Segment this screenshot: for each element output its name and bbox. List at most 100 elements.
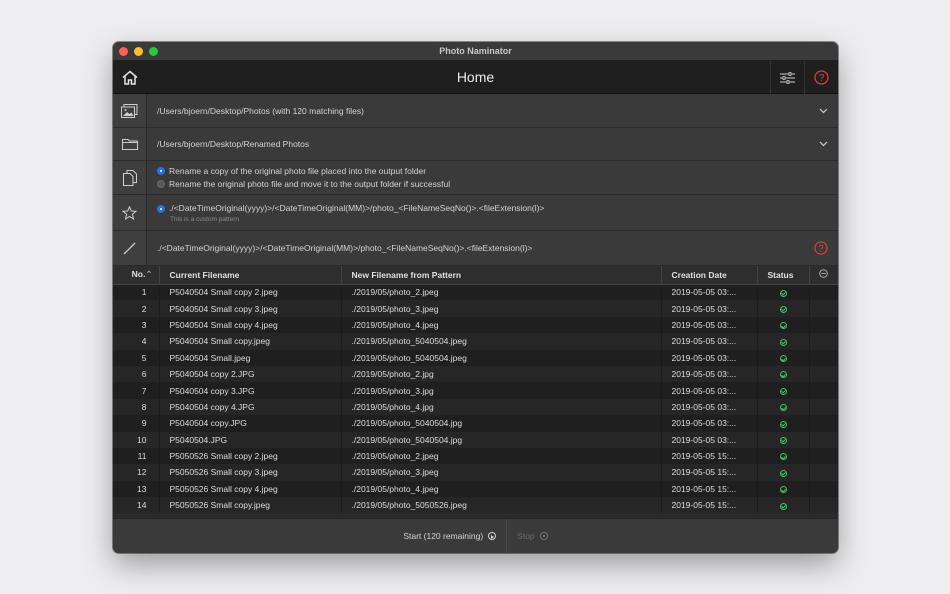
new-filename-cell: ./2019/05/photo_5040504.jpg bbox=[341, 431, 662, 448]
table-row[interactable]: 4 P5040504 Small copy.jpeg ./2019/05/photo… bbox=[113, 333, 838, 350]
col-new-filename[interactable]: New Filename from Pattern bbox=[341, 266, 662, 285]
table-row[interactable]: 8 P5040504 copy 4.JPG ./2019/05/photo_4.jp… bbox=[113, 398, 838, 416]
current-filename-cell: P5040504 Small copy 3.jpeg bbox=[159, 300, 342, 317]
status-cell bbox=[757, 284, 810, 301]
preset-radio[interactable]: ./<DateTimeOriginal(yyyy)>/<DateTimeOrig… bbox=[157, 202, 544, 215]
copy-mode-radio[interactable]: Rename a copy of the original photo file… bbox=[157, 165, 426, 178]
new-filename-cell: ./2019/05/photo_2.jpg bbox=[341, 365, 662, 383]
pattern-row: ./<DateTimeOriginal(yyyy)>/<DateTimeOrig… bbox=[113, 231, 838, 266]
check-circle-icon bbox=[779, 486, 787, 494]
table-row[interactable]: 6 P5040504 copy 2.JPG ./2019/05/photo_2.jp… bbox=[113, 365, 838, 383]
toolbar: Home ? bbox=[113, 61, 838, 94]
row-number: 9 bbox=[113, 415, 160, 432]
move-mode-radio[interactable]: Rename the original photo file and move … bbox=[157, 178, 450, 191]
check-circle-icon bbox=[779, 469, 787, 477]
empty-cell bbox=[809, 480, 838, 498]
table-row[interactable]: 9 P5040504 copy.JPG ./2019/05/photo_504050… bbox=[113, 415, 838, 432]
help-button[interactable]: ? bbox=[804, 61, 838, 94]
row-number: 1 bbox=[113, 284, 160, 301]
new-filename-cell: ./2019/05/photo_5040504.jpg bbox=[341, 415, 662, 432]
row-number: 2 bbox=[113, 300, 160, 317]
start-label: Start (120 remaining) bbox=[403, 531, 484, 541]
table-row[interactable]: 10 P5040504.JPG ./2019/05/photo_5040504.jp… bbox=[113, 431, 838, 448]
svg-text:?: ? bbox=[818, 243, 823, 253]
new-filename-cell: ./2019/05/photo_3.jpeg bbox=[341, 300, 662, 317]
creation-date-cell: 2019-05-05 03:... bbox=[661, 284, 758, 301]
table-row[interactable]: 11 P5050526 Small copy 2.jpeg ./2019/05/ph… bbox=[113, 447, 838, 465]
current-filename-cell: P5050526 Small copy.jpeg bbox=[159, 497, 342, 514]
col-status[interactable]: Status bbox=[757, 266, 810, 285]
help-icon: ? bbox=[814, 70, 829, 85]
settings-button[interactable] bbox=[770, 61, 804, 94]
table-row[interactable]: 2 P5040504 Small copy 3.jpeg ./2019/05/pho… bbox=[113, 300, 838, 317]
check-circle-icon bbox=[779, 453, 787, 461]
chevron-down-icon[interactable] bbox=[819, 108, 828, 114]
status-cell bbox=[757, 349, 810, 366]
copy-mode-label: Rename a copy of the original photo file… bbox=[169, 165, 427, 176]
copy-files-icon bbox=[122, 169, 137, 186]
new-filename-cell: ./2019/05/photo_4.jpeg bbox=[341, 480, 662, 498]
empty-cell bbox=[809, 447, 838, 465]
pattern-input[interactable]: ./<DateTimeOriginal(yyyy)>/<DateTimeOrig… bbox=[147, 231, 838, 265]
check-circle-icon bbox=[779, 305, 787, 313]
empty-cell bbox=[809, 415, 838, 432]
photos-icon bbox=[121, 103, 138, 118]
col-no[interactable]: No.⌃ bbox=[113, 266, 160, 285]
creation-date-cell: 2019-05-05 15:... bbox=[661, 447, 758, 465]
check-circle-icon bbox=[779, 420, 787, 428]
move-mode-label: Rename the original photo file and move … bbox=[169, 178, 451, 189]
title-bar: Photo Naminator bbox=[113, 42, 838, 61]
radio-selected[interactable] bbox=[157, 167, 165, 175]
empty-cell bbox=[809, 349, 838, 366]
table-row[interactable]: 13 P5050526 Small copy 4.jpeg ./2019/05/ph… bbox=[113, 480, 838, 498]
status-cell bbox=[757, 447, 810, 465]
help-icon[interactable]: ? bbox=[814, 241, 828, 255]
files-table: No.⌃ Current Filename New Filename from … bbox=[113, 266, 838, 514]
status-cell bbox=[757, 398, 810, 416]
radio-selected[interactable] bbox=[157, 204, 165, 213]
creation-date-cell: 2019-05-05 03:... bbox=[661, 316, 758, 334]
new-filename-cell: ./2019/05/photo_4.jpeg bbox=[341, 316, 662, 334]
stop-icon bbox=[539, 532, 548, 540]
row-number: 12 bbox=[113, 464, 160, 481]
stop-button[interactable]: Stop bbox=[507, 519, 558, 554]
new-filename-cell: ./2019/05/photo_5050526.jpeg bbox=[341, 497, 662, 514]
new-filename-cell: ./2019/05/photo_2.jpeg bbox=[341, 284, 662, 301]
col-creation-date[interactable]: Creation Date bbox=[661, 266, 758, 285]
col-current-filename[interactable]: Current Filename bbox=[159, 266, 342, 285]
status-cell bbox=[757, 431, 810, 448]
table-row[interactable]: 1 P5040504 Small copy 2.jpeg ./2019/05/pho… bbox=[113, 284, 838, 301]
preset-pattern: ./<DateTimeOriginal(yyyy)>/<DateTimeOrig… bbox=[169, 203, 545, 213]
table-row[interactable]: 7 P5040504 copy 3.JPG ./2019/05/photo_3.jp… bbox=[113, 382, 838, 399]
table-row[interactable]: 14 P5050526 Small copy.jpeg ./2019/05/phot… bbox=[113, 497, 838, 514]
table-row[interactable]: 12 P5050526 Small copy 3.jpeg ./2019/05/ph… bbox=[113, 464, 838, 481]
creation-date-cell: 2019-05-05 15:... bbox=[661, 464, 758, 481]
folder-icon bbox=[121, 139, 138, 150]
sliders-icon bbox=[780, 71, 795, 84]
row-number: 13 bbox=[113, 480, 160, 498]
source-folder-row[interactable]: /Users/bjoern/Desktop/Photos (with 120 m… bbox=[113, 94, 838, 128]
table-row[interactable]: 3 P5040504 Small copy 4.jpeg ./2019/05/pho… bbox=[113, 316, 838, 334]
row-number: 11 bbox=[113, 447, 160, 465]
creation-date-cell: 2019-05-05 03:... bbox=[661, 300, 758, 317]
current-filename-cell: P5040504 copy 4.JPG bbox=[159, 398, 342, 416]
table-row[interactable]: 5 P5040504 Small.jpeg ./2019/05/photo_5040… bbox=[113, 349, 838, 366]
svg-text:?: ? bbox=[819, 73, 825, 84]
star-icon bbox=[122, 205, 137, 220]
source-path: /Users/bjoern/Desktop/Photos (with 120 m… bbox=[157, 105, 364, 116]
empty-cell bbox=[809, 431, 838, 448]
check-circle-icon bbox=[779, 322, 787, 330]
chevron-down-icon[interactable] bbox=[819, 141, 828, 147]
stop-label: Stop bbox=[517, 531, 535, 541]
radio-unselected[interactable] bbox=[157, 180, 165, 188]
row-number: 3 bbox=[113, 316, 160, 334]
current-filename-cell: P5040504.JPG bbox=[159, 431, 342, 448]
app-window: Photo Naminator Home ? /Users/bjoern/Des… bbox=[113, 42, 838, 553]
new-filename-cell: ./2019/05/photo_5040504.jpeg bbox=[341, 333, 662, 350]
current-filename-cell: P5040504 Small copy.jpeg bbox=[159, 333, 342, 350]
creation-date-cell: 2019-05-05 15:... bbox=[661, 480, 758, 498]
start-button[interactable]: Start (120 remaining) bbox=[393, 518, 508, 553]
new-filename-cell: ./2019/05/photo_2.jpeg bbox=[341, 447, 662, 465]
output-folder-row[interactable]: /Users/bjoern/Desktop/Renamed Photos bbox=[113, 128, 838, 161]
column-options[interactable] bbox=[809, 266, 838, 285]
